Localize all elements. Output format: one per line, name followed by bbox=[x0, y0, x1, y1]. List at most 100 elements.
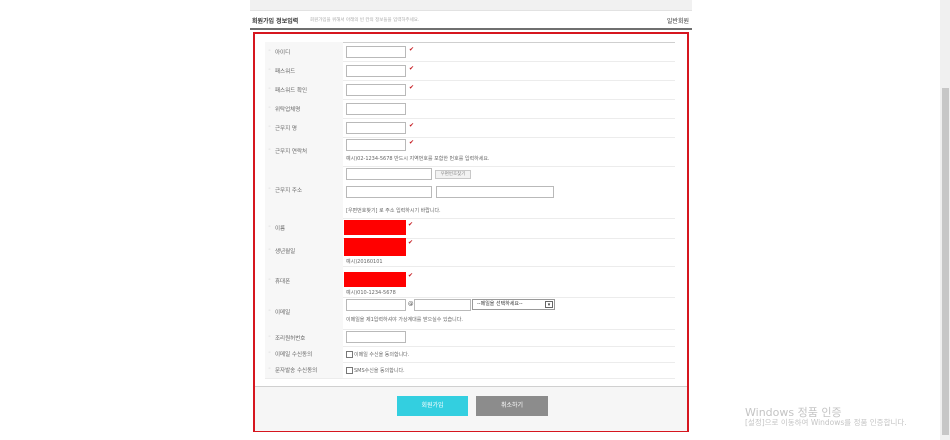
section-description: 회원가입을 위해서 아래의 빈 칸의 정보들을 입력하주세요. bbox=[310, 18, 420, 23]
label-cell: ◦ 휴대폰 bbox=[265, 266, 343, 297]
email-consent-checkbox[interactable] bbox=[346, 351, 353, 358]
birthdate-hint: 예시)20160101 bbox=[346, 259, 383, 265]
required-check-icon: ✔ bbox=[409, 139, 415, 146]
bullet-icon: ◦ bbox=[268, 124, 271, 130]
bullet-icon: ◦ bbox=[268, 147, 271, 153]
mobile-hint: 예시)010-1234-5678 bbox=[346, 290, 396, 296]
label-cell: ◦ 위탁업체명 bbox=[265, 99, 343, 118]
email-domain-select[interactable]: --메일을 선택하세요-- ▾ bbox=[472, 299, 555, 310]
bullet-icon: ◦ bbox=[268, 186, 271, 192]
bullet-icon: ◦ bbox=[268, 350, 271, 356]
sms-consent-checkbox[interactable] bbox=[346, 367, 353, 374]
bullet-icon: ◦ bbox=[268, 366, 271, 372]
bullet-icon: ◦ bbox=[268, 277, 271, 283]
row-email-consent: ◦ 이메일 수신동의 이메일 수신을 동의합니다. bbox=[265, 346, 675, 363]
email-hint: 이메일을 제1입력하셔야 가상계대를 받으실수 있습니다. bbox=[346, 317, 463, 323]
bullet-icon: ◦ bbox=[268, 334, 271, 340]
required-check-icon: ✔ bbox=[409, 84, 415, 91]
bullet-icon: ◦ bbox=[268, 86, 271, 92]
row-workplace-address: ◦ 근무지 주소 우편번호찾기 [우편번호찾기] 로 주소 입력하시기 바랍니다… bbox=[265, 166, 675, 219]
cancel-button[interactable]: 취소하기 bbox=[476, 396, 548, 416]
bullet-icon: ◦ bbox=[268, 48, 271, 54]
label-cell: ◦ 이메일 bbox=[265, 297, 343, 329]
user-id-input[interactable] bbox=[346, 46, 406, 58]
row-label: 이메일 수신동의 bbox=[275, 352, 313, 358]
row-label: 아이디 bbox=[275, 50, 291, 56]
row-label: 휴대폰 bbox=[275, 279, 291, 285]
required-check-icon: ✔ bbox=[409, 46, 415, 53]
required-check-icon: ✔ bbox=[408, 221, 414, 228]
bullet-icon: ◦ bbox=[268, 105, 271, 111]
row-mobile: ◦ 휴대폰 ✔ 예시)010-1234-5678 bbox=[265, 266, 675, 298]
row-label: 이메일 bbox=[275, 310, 291, 316]
address-input[interactable] bbox=[346, 186, 432, 198]
label-cell: ◦ 근무지 명 bbox=[265, 118, 343, 137]
password-input[interactable] bbox=[346, 65, 406, 77]
row-name: ◦ 이름 ✔ bbox=[265, 218, 675, 239]
row-workplace-phone: ◦ 근무지 연락처 ✔ 예시)02-1234-5678 반드시 지역번호를 포함… bbox=[265, 137, 675, 167]
birthdate-input[interactable] bbox=[344, 238, 406, 256]
company-input[interactable] bbox=[346, 103, 406, 115]
row-label: 위탁업체명 bbox=[275, 107, 301, 113]
required-check-icon: ✔ bbox=[408, 239, 414, 246]
email-domain-select-value: --메일을 선택하세요-- bbox=[477, 301, 523, 307]
signup-form: ◦ 아이디 ✔ ◦ 패스워드 ✔ ◦ 패스워드 확인 ✔ ◦ 위탁업체명 ◦ 근… bbox=[253, 32, 689, 432]
email-consent-label: 이메일 수신을 동의합니다. bbox=[354, 352, 410, 358]
row-password: ◦ 패스워드 ✔ bbox=[265, 61, 675, 81]
label-cell: ◦ 근무지 주소 bbox=[265, 166, 343, 218]
name-input[interactable] bbox=[344, 220, 406, 235]
row-label: 패스워드 bbox=[275, 69, 296, 75]
password-confirm-input[interactable] bbox=[346, 84, 406, 96]
label-cell: ◦ 패스워드 bbox=[265, 61, 343, 80]
member-type: 일반회원 bbox=[666, 18, 689, 25]
zipcode-search-button[interactable]: 우편번호찾기 bbox=[435, 170, 471, 179]
required-check-icon: ✔ bbox=[409, 65, 415, 72]
windows-activation-message: [설정]으로 이동하여 Windows를 정품 인증합니다. bbox=[745, 418, 907, 427]
row-label: 이름 bbox=[275, 226, 286, 232]
zipcode-input[interactable] bbox=[346, 168, 432, 180]
label-cell: ◦ 문자발송 수신동의 bbox=[265, 362, 343, 378]
row-birthdate: ◦ 생년월일 ✔ 예시)20160101 bbox=[265, 238, 675, 267]
bullet-icon: ◦ bbox=[268, 224, 271, 230]
signup-button[interactable]: 회원가입 bbox=[397, 396, 468, 416]
bullet-icon: ◦ bbox=[268, 308, 271, 314]
section-title: 회원가입 정보입력 bbox=[252, 18, 299, 25]
label-cell: ◦ 조리원허번호 bbox=[265, 329, 343, 346]
bullet-icon: ◦ bbox=[268, 67, 271, 73]
row-user-id: ◦ 아이디 ✔ bbox=[265, 42, 675, 62]
license-input[interactable] bbox=[346, 331, 406, 343]
label-cell: ◦ 이메일 수신동의 bbox=[265, 346, 343, 362]
label-cell: ◦ 근무지 연락처 bbox=[265, 137, 343, 166]
row-email: ◦ 이메일 @ --메일을 선택하세요-- ▾ 이메일을 제1입력하셔야 가상계… bbox=[265, 297, 675, 330]
label-cell: ◦ 생년월일 bbox=[265, 238, 343, 266]
email-id-input[interactable] bbox=[346, 299, 406, 311]
top-bar bbox=[250, 0, 692, 11]
row-workplace-name: ◦ 근무지 명 ✔ bbox=[265, 118, 675, 138]
row-label: 조리원허번호 bbox=[275, 336, 306, 342]
row-label: 근무지 주소 bbox=[275, 188, 303, 194]
address-hint: [우편번호찾기] 로 주소 입력하시기 바랍니다. bbox=[346, 208, 441, 214]
workplace-phone-hint: 예시)02-1234-5678 반드시 지역번호를 포함한 번호를 입력하세요. bbox=[346, 156, 490, 162]
label-cell: ◦ 이름 bbox=[265, 218, 343, 238]
row-password-confirm: ◦ 패스워드 확인 ✔ bbox=[265, 80, 675, 100]
button-bar: 회원가입 취소하기 bbox=[255, 386, 687, 431]
at-symbol: @ bbox=[408, 301, 414, 307]
workplace-phone-input[interactable] bbox=[346, 139, 406, 151]
row-label: 패스워드 확인 bbox=[275, 88, 308, 94]
row-label: 근무지 연락처 bbox=[275, 149, 308, 155]
section-header: 회원가입 정보입력 회원가입을 위해서 아래의 빈 칸의 정보들을 입력하주세요… bbox=[250, 14, 692, 30]
address-detail-input[interactable] bbox=[436, 186, 554, 198]
row-sms-consent: ◦ 문자발송 수신동의 SMS수신을 동의합니다. bbox=[265, 362, 675, 379]
label-cell: ◦ 아이디 bbox=[265, 42, 343, 61]
scrollbar-thumb[interactable] bbox=[942, 88, 949, 435]
row-label: 문자발송 수신동의 bbox=[275, 368, 318, 374]
email-domain-input[interactable] bbox=[414, 299, 471, 311]
bullet-icon: ◦ bbox=[268, 247, 271, 253]
row-label: 근무지 명 bbox=[275, 126, 297, 132]
required-check-icon: ✔ bbox=[408, 272, 414, 279]
workplace-name-input[interactable] bbox=[346, 122, 406, 134]
mobile-input[interactable] bbox=[344, 272, 406, 287]
label-cell: ◦ 패스워드 확인 bbox=[265, 80, 343, 99]
row-label: 생년월일 bbox=[275, 249, 296, 255]
chevron-down-icon: ▾ bbox=[545, 301, 553, 308]
